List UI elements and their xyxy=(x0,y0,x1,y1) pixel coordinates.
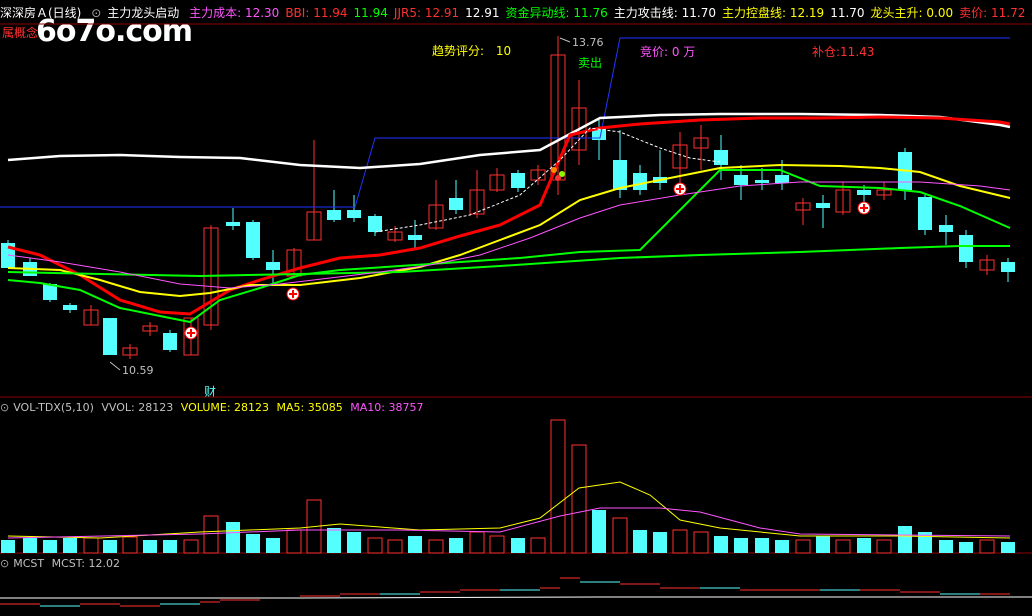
volume-bar xyxy=(428,539,444,554)
volume-bar xyxy=(367,537,383,554)
candle-body xyxy=(103,318,117,355)
volume-bar xyxy=(387,539,403,554)
candle-body xyxy=(63,305,77,310)
signal-dot-icon xyxy=(551,167,557,173)
volume-bar xyxy=(183,539,199,554)
volume-bar xyxy=(23,538,37,553)
volume-bar xyxy=(449,538,463,553)
candle-body xyxy=(408,235,422,240)
volume-bar xyxy=(550,419,566,554)
volume-bar xyxy=(959,542,973,553)
volume-bar xyxy=(103,540,117,553)
candle-body xyxy=(959,235,973,262)
kline-chart[interactable] xyxy=(0,0,1032,616)
volume-bar xyxy=(122,536,138,554)
ma-red-line xyxy=(7,115,1011,316)
low-leader-line xyxy=(109,361,121,371)
candle-body xyxy=(1001,262,1015,272)
volume-bar xyxy=(1,540,15,553)
volume-bar xyxy=(775,540,789,553)
volume-bar xyxy=(1001,542,1015,553)
volume-bar xyxy=(592,510,606,553)
candle-body xyxy=(449,198,463,210)
volume-bar xyxy=(876,539,892,554)
volume-bar xyxy=(734,538,748,553)
volume-bar xyxy=(327,528,341,553)
volume-bar xyxy=(347,532,361,553)
volume-bar xyxy=(857,538,871,553)
candle-body xyxy=(857,190,871,195)
volume-bar xyxy=(979,539,995,554)
candle-body xyxy=(226,222,240,226)
candle-body xyxy=(368,216,382,232)
candle-body xyxy=(327,210,341,220)
volume-bar xyxy=(795,539,811,554)
candle-body xyxy=(918,197,932,230)
signal-dot-icon xyxy=(555,175,561,181)
candle-body xyxy=(266,262,280,270)
volume-bar xyxy=(286,529,302,554)
volume-bar xyxy=(83,537,99,554)
ma-yellow-line xyxy=(7,163,1011,298)
candle-body xyxy=(734,175,748,185)
mcst-base-line xyxy=(0,596,1032,599)
ma-magenta-line xyxy=(7,181,1011,289)
volume-bar xyxy=(63,538,77,553)
volume-bar xyxy=(266,538,280,553)
volume-bar xyxy=(511,538,525,553)
candle-body xyxy=(714,150,728,165)
candle-body xyxy=(939,225,953,232)
candle-body xyxy=(755,180,769,183)
volume-bar xyxy=(653,532,667,553)
volume-bar xyxy=(143,540,157,553)
volume-bar xyxy=(816,536,830,553)
volume-bar xyxy=(633,530,647,553)
ma-white-line xyxy=(7,112,1011,170)
volume-bar xyxy=(43,540,57,553)
candle-body xyxy=(816,203,830,208)
candle-body xyxy=(613,160,627,190)
volume-bar xyxy=(835,539,851,554)
volume-bar xyxy=(755,538,769,553)
candle-body xyxy=(163,333,177,350)
volume-bar xyxy=(898,526,912,553)
volume-bar xyxy=(939,540,953,553)
volume-bar xyxy=(246,534,260,553)
volume-bar xyxy=(203,515,219,554)
candle-body xyxy=(246,222,260,258)
volume-bar xyxy=(571,444,587,554)
volume-bar xyxy=(612,517,628,554)
volume-bar xyxy=(163,540,177,553)
volume-bar xyxy=(530,537,546,554)
volume-bar xyxy=(714,536,728,553)
ma-green-slow-line xyxy=(7,245,1010,278)
volume-bar xyxy=(489,535,505,554)
volume-ma10-line xyxy=(7,507,1011,539)
candle-body xyxy=(633,173,647,190)
candle-body xyxy=(775,175,789,183)
volume-bar xyxy=(672,529,688,554)
volume-bar xyxy=(226,522,240,553)
high-leader-line xyxy=(559,37,571,43)
volume-bar xyxy=(693,531,709,554)
volume-bar xyxy=(469,531,485,554)
volume-bar xyxy=(408,536,422,553)
candle-body xyxy=(347,210,361,218)
candle-body xyxy=(511,173,525,188)
dashed-line xyxy=(374,127,721,233)
